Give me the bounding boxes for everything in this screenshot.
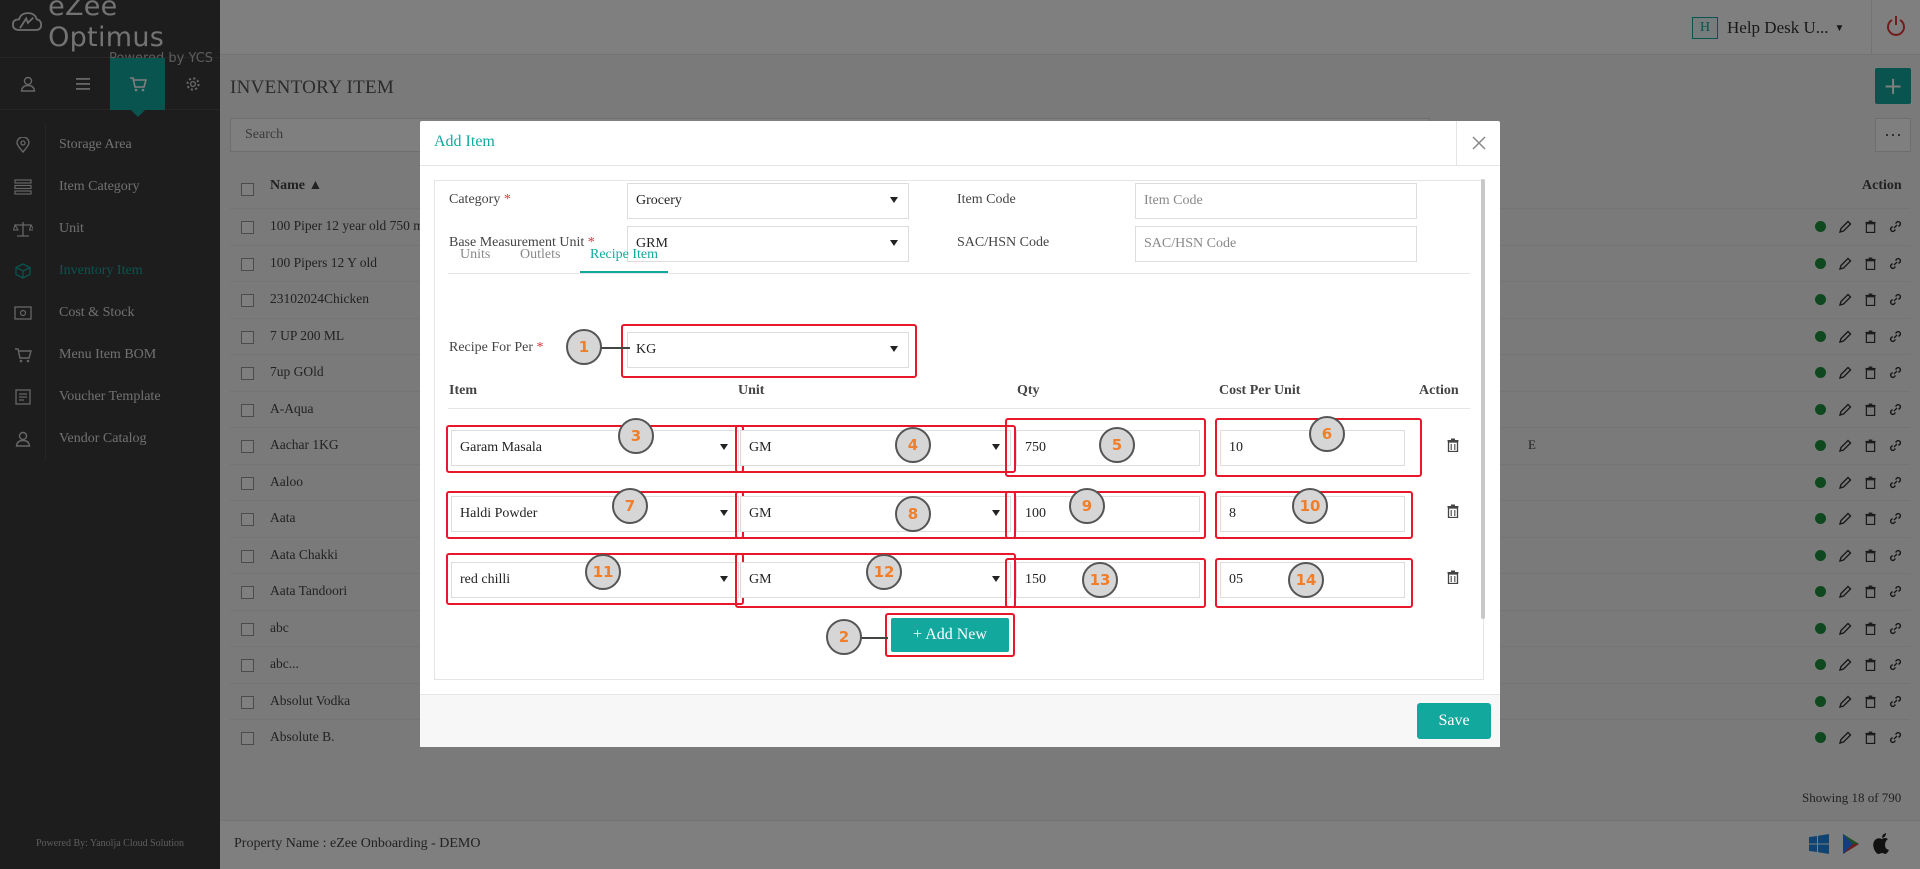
annotation-badge: 7 [612, 488, 648, 524]
dialog-scrollbar[interactable] [1481, 179, 1485, 619]
item-code-label: Item Code [957, 192, 1016, 207]
item-code-input[interactable] [1135, 183, 1417, 219]
tab-recipe-item[interactable]: Recipe Item [580, 237, 669, 273]
category-select[interactable]: Grocery [627, 183, 909, 219]
add-new-row-button[interactable]: + Add New [891, 618, 1009, 652]
annotation-badge: 4 [895, 427, 931, 463]
tab-units[interactable]: Units [450, 237, 500, 273]
sac-label: SAC/HSN Code [957, 235, 1050, 250]
close-icon [1471, 136, 1486, 150]
trash-icon[interactable] [1447, 570, 1459, 584]
recipe-for-label: Recipe For Per * [449, 340, 544, 355]
dropdown-arrow-icon [992, 444, 1000, 450]
close-button[interactable] [1456, 121, 1500, 165]
annotation-badge: 6 [1309, 416, 1345, 452]
dialog-header: Add Item [420, 121, 1500, 166]
annotation-badge: 3 [618, 418, 654, 454]
recipe-unit-select[interactable]: GM [740, 430, 1011, 466]
recipe-qty-input[interactable] [1016, 496, 1200, 532]
annotation-badge: 14 [1288, 562, 1324, 598]
trash-icon[interactable] [1447, 438, 1459, 452]
dialog-title: Add Item [434, 133, 495, 150]
column-qty: Qty [1017, 383, 1040, 398]
annotation-badge: 10 [1292, 488, 1328, 524]
tab-outlets[interactable]: Outlets [510, 237, 570, 273]
category-label: Category * [449, 192, 511, 207]
recipe-item-select[interactable]: Haldi Powder [451, 496, 739, 532]
trash-icon[interactable] [1447, 504, 1459, 518]
dropdown-arrow-icon [890, 346, 898, 352]
column-cost-per-unit: Cost Per Unit [1219, 383, 1301, 398]
dropdown-arrow-icon [720, 444, 728, 450]
recipe-item-select[interactable]: Garam Masala [451, 430, 739, 466]
dropdown-arrow-icon [992, 510, 1000, 516]
dropdown-arrow-icon [890, 197, 898, 203]
dropdown-arrow-icon [720, 576, 728, 582]
annotation-badge: 8 [895, 496, 931, 532]
column-unit: Unit [738, 383, 765, 398]
annotation-badge: 2 [826, 619, 862, 655]
dialog-footer [420, 694, 1500, 747]
save-button[interactable]: Save [1417, 703, 1491, 739]
dropdown-arrow-icon [992, 576, 1000, 582]
annotation-badge: 1 [566, 329, 602, 365]
add-item-dialog: Add Item Category * Grocery Item Code Ba… [420, 121, 1500, 747]
column-item: Item [449, 383, 477, 398]
annotation-badge: 9 [1069, 488, 1105, 524]
sac-input[interactable] [1135, 226, 1417, 262]
recipe-unit-select[interactable]: GM [740, 496, 1011, 532]
annotation-badge: 13 [1082, 562, 1118, 598]
column-action: Action [1419, 383, 1459, 398]
base-unit-select[interactable]: GRM [627, 226, 909, 262]
annotation-badge: 11 [585, 554, 621, 590]
dropdown-arrow-icon [720, 510, 728, 516]
recipe-for-select[interactable]: KG [627, 332, 909, 368]
annotation-badge: 5 [1099, 427, 1135, 463]
annotation-badge: 12 [866, 554, 902, 590]
dropdown-arrow-icon [890, 240, 898, 246]
